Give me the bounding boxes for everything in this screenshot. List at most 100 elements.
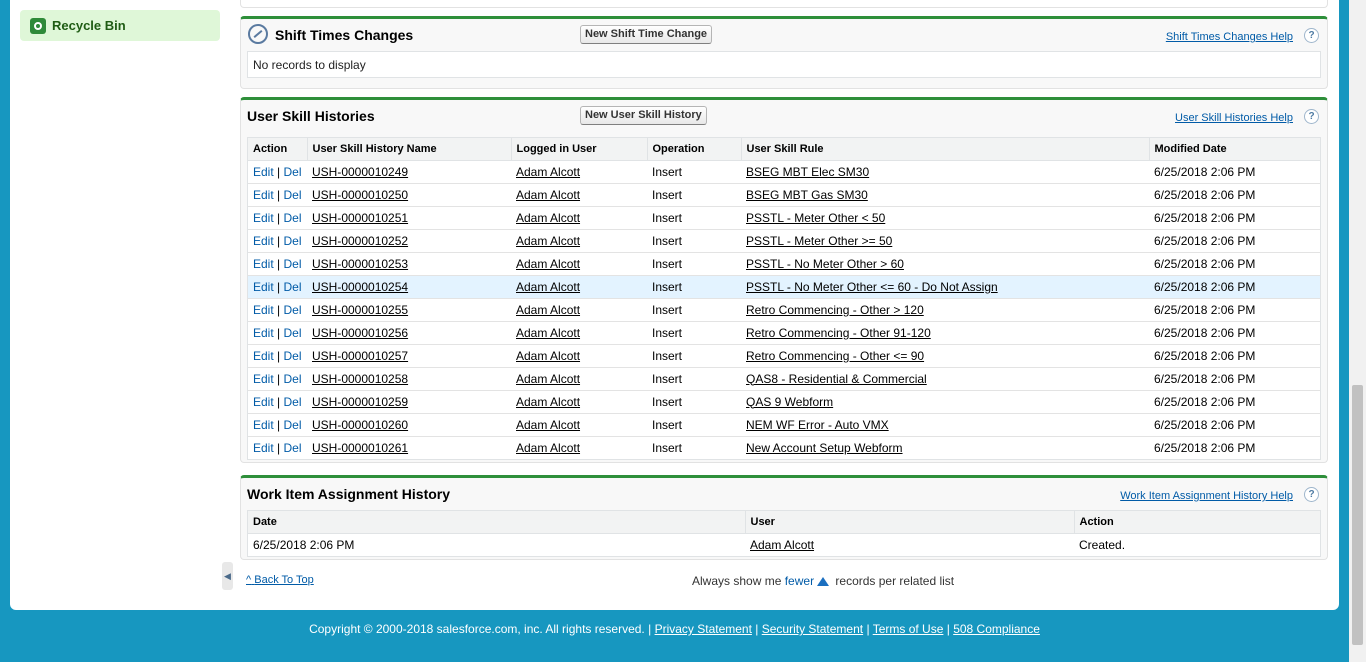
history-name-link[interactable]: USH-0000010256 <box>312 326 408 340</box>
history-name-cell: USH-0000010260 <box>307 413 511 437</box>
action-separator: | <box>277 348 281 363</box>
logged-in-user-link[interactable]: Adam Alcott <box>516 257 580 271</box>
modified-date-cell: 6/25/2018 2:06 PM <box>1149 275 1320 299</box>
edit-link[interactable]: Edit <box>253 395 274 409</box>
history-name-link[interactable]: USH-0000010252 <box>312 234 408 248</box>
column-header[interactable]: Logged in User <box>510 138 647 161</box>
logged-in-user-link[interactable]: Adam Alcott <box>516 349 580 363</box>
edit-link[interactable]: Edit <box>253 234 274 248</box>
logged-in-user-link[interactable]: Adam Alcott <box>516 418 580 432</box>
logged-in-user-link[interactable]: Adam Alcott <box>516 441 580 455</box>
logged-in-user-link[interactable]: Adam Alcott <box>516 165 580 179</box>
delete-link[interactable]: Del <box>284 303 302 317</box>
history-name-link[interactable]: USH-0000010260 <box>312 418 408 432</box>
history-name-link[interactable]: USH-0000010249 <box>312 165 408 179</box>
delete-link[interactable]: Del <box>284 188 302 202</box>
delete-link[interactable]: Del <box>284 234 302 248</box>
table-row: Edit | Del USH-0000010254 Adam Alcott Inser… <box>248 275 1320 299</box>
help-icon[interactable]: ? <box>1304 109 1319 124</box>
delete-link[interactable]: Del <box>284 418 302 432</box>
column-header[interactable]: Date <box>248 511 745 534</box>
delete-link[interactable]: Del <box>284 211 302 225</box>
user-skill-rule-link[interactable]: Retro Commencing - Other > 120 <box>746 303 924 317</box>
history-name-link[interactable]: USH-0000010251 <box>312 211 408 225</box>
delete-link[interactable]: Del <box>284 441 302 455</box>
user-skill-rule-link[interactable]: PSSTL - No Meter Other <= 60 - Do Not As… <box>746 280 998 294</box>
logged-in-user-link[interactable]: Adam Alcott <box>516 234 580 248</box>
delete-link[interactable]: Del <box>284 372 302 386</box>
history-name-link[interactable]: USH-0000010254 <box>312 280 408 294</box>
history-name-link[interactable]: USH-0000010259 <box>312 395 408 409</box>
logged-in-user-link[interactable]: Adam Alcott <box>516 372 580 386</box>
shift-times-help-link[interactable]: Shift Times Changes Help <box>1166 31 1293 43</box>
edit-link[interactable]: Edit <box>253 211 274 225</box>
edit-link[interactable]: Edit <box>253 372 274 386</box>
edit-link[interactable]: Edit <box>253 303 274 317</box>
delete-link[interactable]: Del <box>284 349 302 363</box>
delete-link[interactable]: Del <box>284 257 302 271</box>
user-skill-rule-link[interactable]: QAS 9 Webform <box>746 395 833 409</box>
edit-link[interactable]: Edit <box>253 349 274 363</box>
column-header[interactable]: Operation <box>646 138 741 161</box>
column-header[interactable]: User Skill Rule <box>740 138 1149 161</box>
user-skill-rule-link[interactable]: BSEG MBT Gas SM30 <box>746 188 868 202</box>
column-header[interactable]: User Skill History Name <box>306 138 511 161</box>
privacy-statement-link[interactable]: Privacy Statement <box>655 622 752 636</box>
recycle-bin-link[interactable]: Recycle Bin <box>20 10 220 41</box>
user-skill-rule-link[interactable]: PSSTL - Meter Other >= 50 <box>746 234 892 248</box>
column-header[interactable]: Action <box>248 138 307 161</box>
history-name-link[interactable]: USH-0000010261 <box>312 441 408 455</box>
user-skill-rule-link[interactable]: PSSTL - No Meter Other > 60 <box>746 257 904 271</box>
assignment-user-link[interactable]: Adam Alcott <box>750 538 814 552</box>
scrollbar-thumb[interactable] <box>1352 385 1363 645</box>
history-name-link[interactable]: USH-0000010255 <box>312 303 408 317</box>
edit-link[interactable]: Edit <box>253 441 274 455</box>
new-user-skill-history-button[interactable]: New User Skill History <box>580 106 707 125</box>
delete-link[interactable]: Del <box>284 326 302 340</box>
history-name-link[interactable]: USH-0000010250 <box>312 188 408 202</box>
user-skill-histories-help-link[interactable]: User Skill Histories Help <box>1175 112 1293 124</box>
work-item-assignment-history-help-link[interactable]: Work Item Assignment History Help <box>1120 490 1293 502</box>
help-icon[interactable]: ? <box>1304 487 1319 502</box>
user-skill-rule-link[interactable]: NEM WF Error - Auto VMX <box>746 418 889 432</box>
sidebar-collapse-handle[interactable]: ◀ <box>222 562 233 590</box>
edit-link[interactable]: Edit <box>253 326 274 340</box>
delete-link[interactable]: Del <box>284 280 302 294</box>
edit-link[interactable]: Edit <box>253 257 274 271</box>
logged-in-user-link[interactable]: Adam Alcott <box>516 280 580 294</box>
logged-in-user-link[interactable]: Adam Alcott <box>516 211 580 225</box>
security-statement-link[interactable]: Security Statement <box>762 622 863 636</box>
logged-in-user-link[interactable]: Adam Alcott <box>516 303 580 317</box>
assignment-date: 6/25/2018 2:06 PM <box>253 537 355 552</box>
fewer-records-link[interactable]: fewer <box>785 574 832 588</box>
edit-link[interactable]: Edit <box>253 280 274 294</box>
back-to-top-link[interactable]: ^ Back To Top <box>246 574 314 586</box>
user-skill-rule-link[interactable]: Retro Commencing - Other <= 90 <box>746 349 924 363</box>
table-row: Edit | Del USH-0000010253 Adam Alcott Inser… <box>248 252 1320 276</box>
user-skill-rule-link[interactable]: PSSTL - Meter Other < 50 <box>746 211 885 225</box>
logged-in-user-link[interactable]: Adam Alcott <box>516 395 580 409</box>
column-header[interactable]: Modified Date <box>1148 138 1320 161</box>
logged-in-user-link[interactable]: Adam Alcott <box>516 326 580 340</box>
page-scrollbar[interactable] <box>1349 0 1366 662</box>
history-name-link[interactable]: USH-0000010253 <box>312 257 408 271</box>
delete-link[interactable]: Del <box>284 165 302 179</box>
delete-link[interactable]: Del <box>284 395 302 409</box>
column-header[interactable]: Action <box>1073 511 1320 534</box>
user-skill-rule-link[interactable]: BSEG MBT Elec SM30 <box>746 165 869 179</box>
action-cell: Edit | Del <box>248 298 307 322</box>
edit-link[interactable]: Edit <box>253 165 274 179</box>
logged-in-user-link[interactable]: Adam Alcott <box>516 188 580 202</box>
508-compliance-link[interactable]: 508 Compliance <box>953 622 1040 636</box>
edit-link[interactable]: Edit <box>253 418 274 432</box>
history-name-link[interactable]: USH-0000010257 <box>312 349 408 363</box>
history-name-link[interactable]: USH-0000010258 <box>312 372 408 386</box>
column-header[interactable]: User <box>744 511 1074 534</box>
user-skill-rule-link[interactable]: New Account Setup Webform <box>746 441 903 455</box>
edit-link[interactable]: Edit <box>253 188 274 202</box>
help-icon[interactable]: ? <box>1304 28 1319 43</box>
user-skill-rule-link[interactable]: Retro Commencing - Other 91-120 <box>746 326 931 340</box>
new-shift-time-change-button[interactable]: New Shift Time Change <box>580 25 713 44</box>
terms-of-use-link[interactable]: Terms of Use <box>873 622 944 636</box>
user-skill-rule-link[interactable]: QAS8 - Residential & Commercial <box>746 372 927 386</box>
